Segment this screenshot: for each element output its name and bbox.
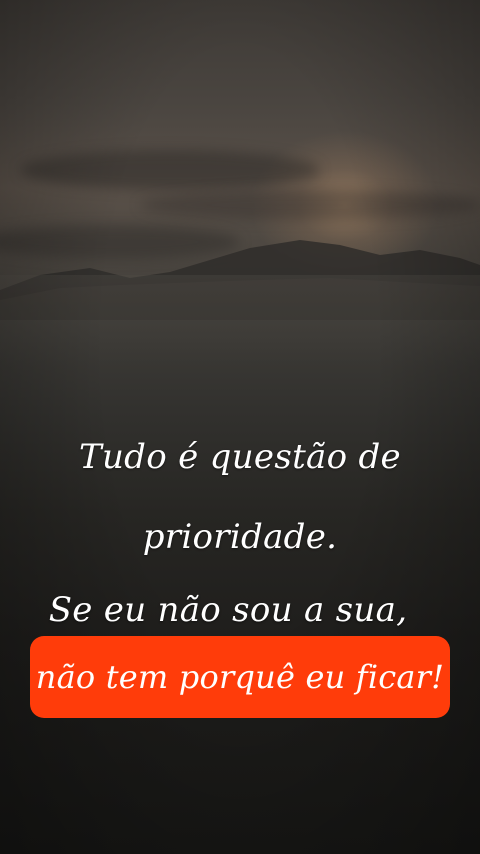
quote-line-2: prioridade. <box>142 517 338 557</box>
background-scene: Tudo é questão de prioridade. Se eu não … <box>0 0 480 854</box>
cloud <box>140 190 480 220</box>
quote-line-4: não tem porquê eu ficar! <box>35 658 445 696</box>
highlight-box: não tem porquê eu ficar! <box>30 636 450 718</box>
quote-line-3: Se eu não sou a sua, <box>48 590 408 630</box>
vignette <box>0 0 480 854</box>
cloud <box>20 150 320 190</box>
quote-line-1: Tudo é questão de <box>79 437 401 477</box>
mist-layer <box>0 275 480 365</box>
